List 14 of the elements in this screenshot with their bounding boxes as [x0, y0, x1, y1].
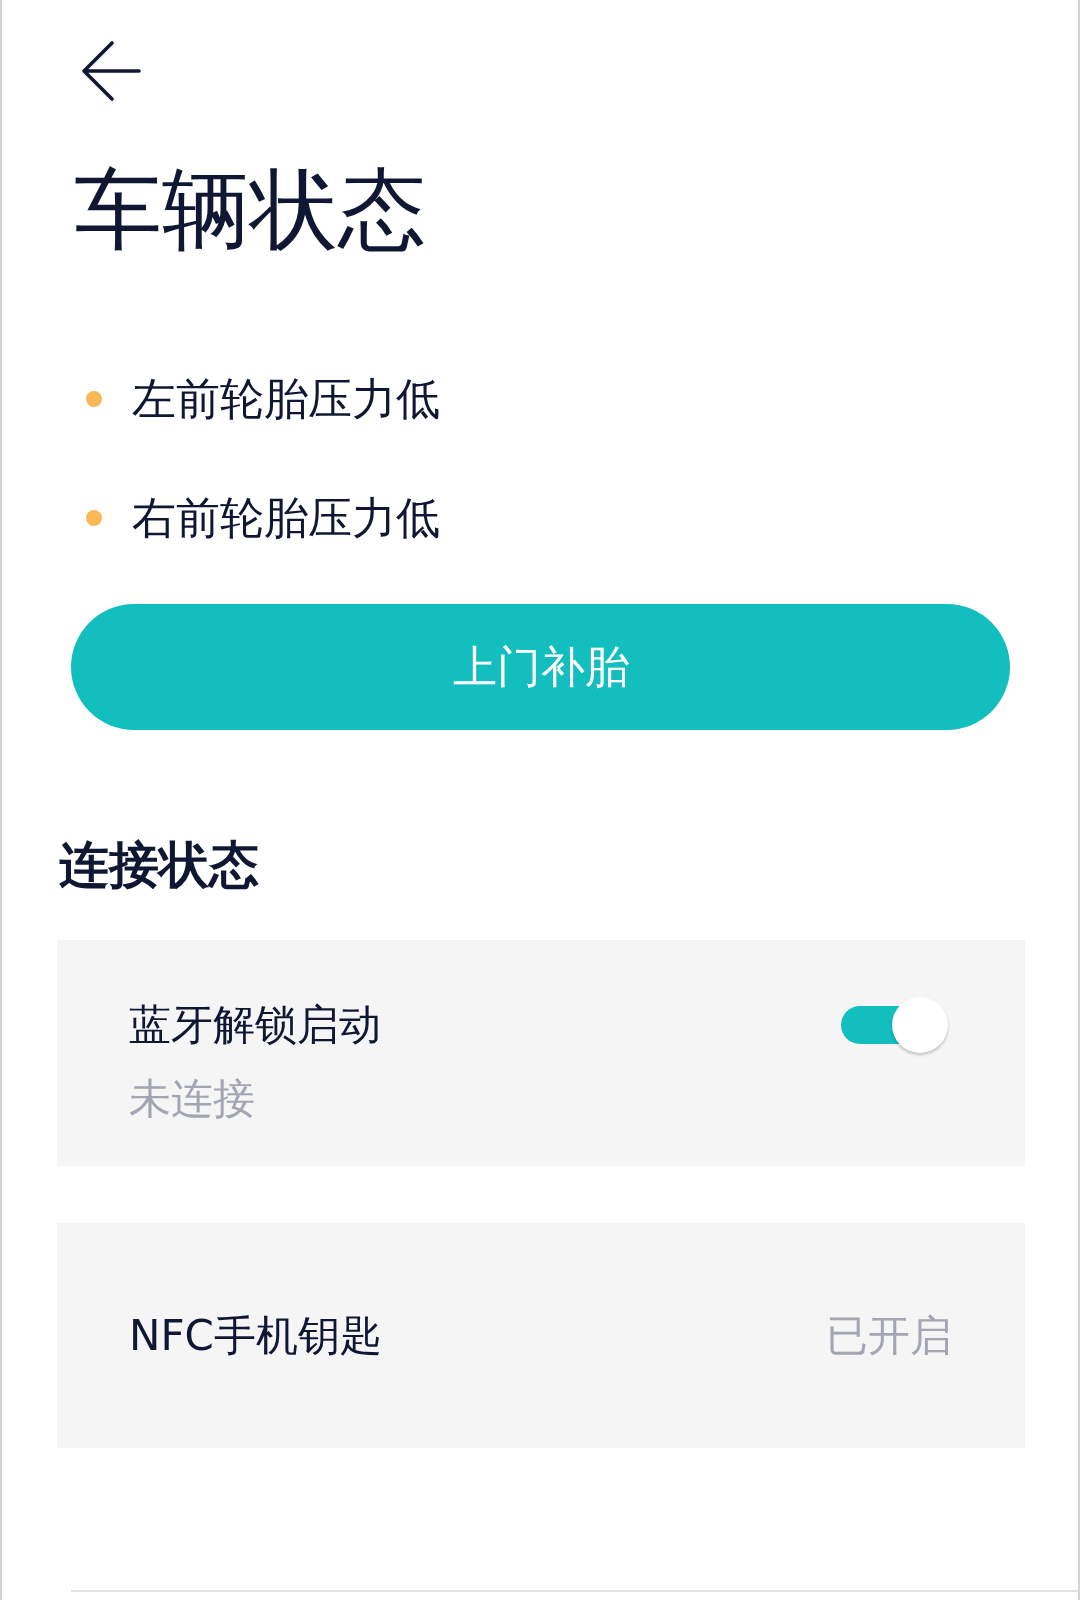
section-title: 连接状态 — [59, 835, 259, 896]
warning-dot-icon — [86, 391, 102, 407]
toggle-switch[interactable] — [841, 996, 950, 1054]
setting-label: NFC手机钥匙 — [129, 1309, 382, 1362]
setting-label: 蓝牙解锁启动 — [129, 999, 381, 1051]
setting-value: 已开启 — [826, 1309, 952, 1362]
tire-repair-button[interactable]: 上门补胎 — [71, 604, 1010, 730]
alert-text: 左前轮胎压力低 — [132, 372, 440, 426]
back-arrow-icon — [81, 40, 141, 102]
connection-status: 未连接 — [129, 1073, 255, 1125]
back-button[interactable] — [81, 40, 141, 102]
alert-text: 右前轮胎压力低 — [132, 491, 440, 545]
warning-dot-icon — [86, 510, 102, 526]
page-title: 车辆状态 — [74, 157, 426, 263]
